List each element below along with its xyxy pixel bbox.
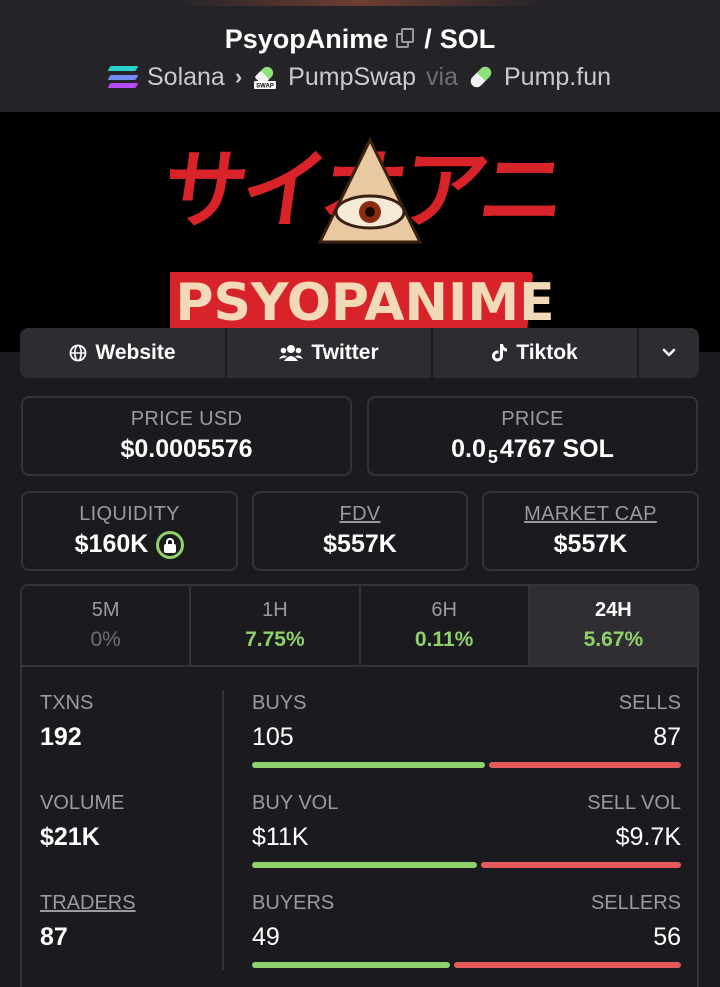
dex-link[interactable]: PumpSwap: [288, 63, 416, 92]
fdv-value: $557K: [323, 530, 397, 558]
price-sol-card: PRICE 0.0 5 4767 SOL: [367, 396, 698, 476]
tiktok-icon: [492, 344, 508, 362]
buy-bar: [252, 762, 485, 768]
traders-label[interactable]: TRADERS: [40, 892, 136, 915]
tab-label: 24H: [595, 599, 632, 621]
price-sol-zero-count: 5: [487, 447, 498, 467]
sell-vol-value: $9.7K: [615, 823, 681, 851]
solana-icon: [107, 66, 139, 88]
traders-row: TRADERS 87 BUYERS SELLERS 49 56: [22, 892, 697, 972]
txns-label: TXNS: [40, 692, 94, 714]
tiktok-button[interactable]: Tiktok: [433, 328, 639, 378]
tab-24h[interactable]: 24H 5.67%: [529, 586, 697, 665]
via-text: via: [426, 62, 458, 91]
buy-vol-value: $11K: [252, 823, 309, 851]
svg-text:SWAP: SWAP: [256, 84, 274, 90]
header: PsyopAnime / SOL Solana › SWAP PumpSwap …: [0, 0, 720, 112]
buys-sells-bar: [252, 762, 681, 768]
sells-label: SELLS: [618, 692, 681, 714]
price-sol-rest: 4767 SOL: [499, 435, 614, 463]
market-cap-label[interactable]: MARKET CAP: [524, 503, 657, 526]
traders-value: 87: [40, 923, 68, 951]
social-links: Website Twitter Tiktok: [20, 328, 699, 378]
tab-label: 6H: [431, 599, 457, 621]
tab-label: 1H: [262, 599, 288, 621]
more-links-button[interactable]: [639, 328, 699, 378]
liquidity-label: LIQUIDITY: [79, 503, 180, 525]
sellers-bar: [454, 962, 681, 968]
txns-row: TXNS 192 BUYS SELLS 105 87: [22, 692, 697, 772]
fdv-label[interactable]: FDV: [340, 503, 381, 526]
volume-row: VOLUME $21K BUY VOL SELL VOL $11K $9.7K: [22, 792, 697, 872]
tiktok-label: Tiktok: [516, 341, 578, 364]
twitter-label: Twitter: [311, 341, 379, 364]
breadcrumb: Solana › SWAP PumpSwap via Pump.fun: [0, 60, 720, 94]
tab-5m[interactable]: 5M 0%: [22, 586, 192, 665]
volume-label: VOLUME: [40, 792, 125, 814]
price-usd-card: PRICE USD $0.0005576: [21, 396, 352, 476]
volume-value: $21K: [40, 823, 100, 851]
copy-icon[interactable]: [396, 28, 416, 50]
users-icon: [279, 345, 304, 361]
website-label: Website: [95, 341, 176, 364]
buyers-value: 49: [252, 923, 280, 951]
tab-change: 5.67%: [583, 628, 644, 651]
buyers-label: BUYERS: [252, 892, 335, 914]
token-banner: サイオアニメ PSYOPANIME: [0, 112, 720, 352]
sell-vol-bar: [481, 862, 681, 868]
liquidity-value-row: $160K: [75, 530, 185, 559]
buy-vol-label: BUY VOL: [252, 792, 339, 814]
price-sol-value: 0.0 5 4767 SOL: [451, 435, 614, 467]
trade-stats-panel: 5M 0% 1H 7.75% 6H 0.11% 24H 5.67% TXNS 1…: [20, 584, 699, 987]
sell-vol-label: SELL VOL: [587, 792, 681, 814]
header-glow: [170, 0, 550, 6]
psyopanime-logo: サイオアニメ PSYOPANIME: [170, 136, 560, 332]
liquidity-value: $160K: [74, 530, 149, 558]
buys-value: 105: [252, 723, 294, 751]
tab-6h[interactable]: 6H 0.11%: [361, 586, 530, 665]
txns-value: 192: [40, 723, 82, 751]
price-sol-label: PRICE: [501, 408, 564, 430]
launchpad-link[interactable]: Pump.fun: [504, 63, 611, 92]
quote-token: SOL: [439, 23, 496, 54]
volume-bar: [252, 862, 681, 868]
website-button[interactable]: Website: [20, 328, 227, 378]
logo-text: PSYOPANIME: [175, 273, 554, 332]
tab-change: 0%: [90, 628, 121, 651]
chevron-right-icon: ›: [234, 64, 243, 89]
tab-1h[interactable]: 1H 7.75%: [191, 586, 361, 665]
buys-label: BUYS: [252, 692, 307, 714]
timeframe-tabs: 5M 0% 1H 7.75% 6H 0.11% 24H 5.67%: [22, 586, 697, 667]
sellers-value: 56: [653, 923, 681, 951]
pair-title: PsyopAnime / SOL: [0, 22, 720, 56]
tab-change: 7.75%: [245, 628, 305, 651]
market-cap-card: MARKET CAP $557K: [482, 491, 699, 571]
market-cap-value: $557K: [553, 530, 628, 558]
buy-vol-bar: [252, 862, 477, 868]
tab-change: 0.11%: [414, 628, 474, 651]
fdv-card: FDV $557K: [252, 491, 468, 571]
price-usd-value: $0.0005576: [120, 435, 253, 463]
lock-icon[interactable]: [156, 530, 185, 559]
token-name[interactable]: PsyopAnime: [225, 24, 389, 55]
pumpswap-icon: SWAP: [254, 66, 277, 90]
price-usd-label: PRICE USD: [130, 408, 243, 430]
sell-bar: [489, 762, 681, 768]
buyers-bar: [252, 962, 450, 968]
chevron-down-icon: [662, 348, 676, 357]
tab-label: 5M: [91, 599, 120, 621]
liquidity-card: LIQUIDITY $160K: [21, 491, 238, 571]
pair-separator: /: [424, 23, 432, 54]
price-sol-prefix: 0.0: [451, 435, 486, 463]
sells-value: 87: [653, 723, 681, 751]
buyers-sellers-bar: [252, 962, 681, 968]
pill-icon: [468, 64, 494, 90]
sellers-label: SELLERS: [590, 892, 681, 914]
globe-icon: [70, 344, 87, 362]
twitter-button[interactable]: Twitter: [227, 328, 433, 378]
chain-link[interactable]: Solana: [147, 63, 225, 92]
